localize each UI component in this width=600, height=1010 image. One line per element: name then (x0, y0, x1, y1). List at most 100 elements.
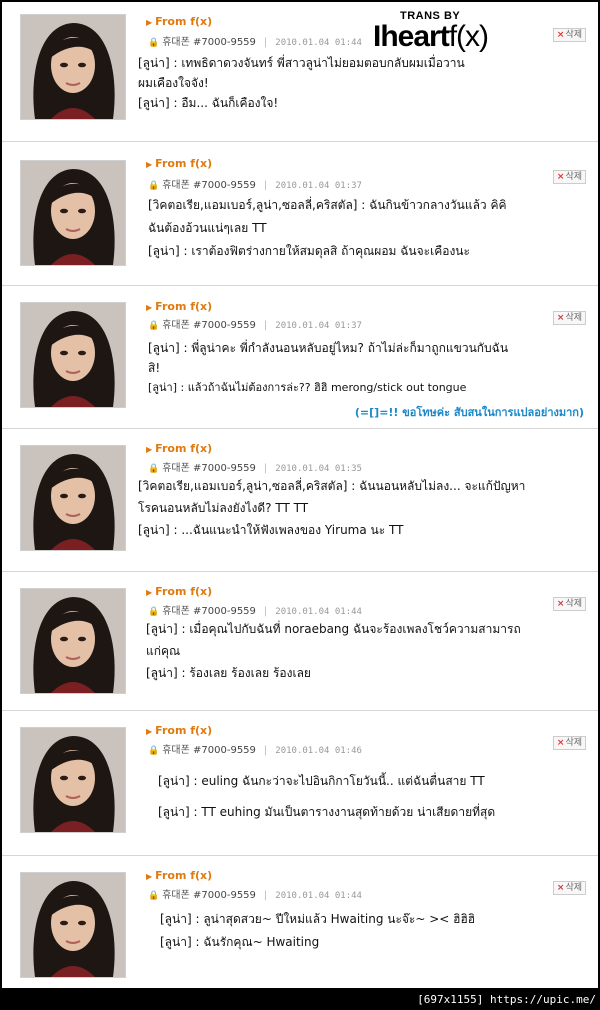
message-post: ▶ From f(x) 🔒 휴대폰 #7000-9559 | 2010.01.04 01… (2, 141, 598, 283)
delete-button[interactable]: ×삭제 (552, 28, 586, 42)
message-post: ▶ From f(x) 🔒 휴대폰 #7000-9559 | 2010.01.04 01… (2, 855, 598, 988)
delete-button[interactable]: ×삭제 (552, 170, 586, 184)
delete-button[interactable]: ×삭제 (552, 311, 586, 325)
arrow-icon: ▶ (146, 445, 153, 454)
delete-label: 삭제 (565, 599, 582, 609)
from-label: ▶ From f(x) (146, 300, 212, 313)
avatar-portrait (21, 161, 125, 265)
message-body: [ลูน่า] : พี่ลูน่าคะ พี่กำลังนอนหลับอยู่… (148, 338, 588, 398)
meta-row: 🔒 휴대폰 #7000-9559 | 2010.01.04 01:44 (148, 886, 362, 901)
delete-label: 삭제 (565, 313, 582, 323)
close-icon: × (556, 30, 565, 40)
delete-button[interactable]: ×삭제 (552, 736, 586, 750)
close-icon: × (556, 883, 565, 893)
separator: | (263, 890, 268, 901)
avatar (20, 727, 126, 833)
message-line: ฉันต้องอ้วนแน่ๆเลย TT (148, 221, 267, 235)
avatar-portrait (21, 15, 125, 119)
message-line: [ลูน่า] : euling ฉันกะว่าจะไปอินกิกาโยวั… (158, 774, 485, 788)
separator: | (263, 180, 268, 191)
avatar-portrait (21, 589, 125, 693)
meta-row: 🔒 휴대폰 #7000-9559 | 2010.01.04 01:44 (148, 33, 362, 48)
message-line: [ลูน่า] : TT euhing มันเป็นตารางงานสุดท้… (158, 805, 496, 819)
meta-row: 🔒 휴대폰 #7000-9559 | 2010.01.04 01:35 (148, 459, 362, 474)
from-text: From f(x) (155, 15, 213, 28)
lock-icon: 🔒 (148, 464, 160, 474)
from-label: ▶ From f(x) (146, 724, 212, 737)
arrow-icon: ▶ (146, 160, 153, 169)
delete-button[interactable]: ×삭제 (552, 597, 586, 611)
separator: | (263, 320, 268, 331)
message-post: ▶ From f(x) 🔒 휴대폰 #7000-9559 | 2010.01.04 01… (2, 428, 598, 569)
message-line: [ลูน่า] : อืม... ฉันก็เคืองใจ! (138, 96, 279, 110)
phone-number: #7000-9559 (193, 320, 256, 331)
delete-label: 삭제 (565, 172, 582, 182)
phone-number: #7000-9559 (193, 745, 256, 756)
lock-icon: 🔒 (148, 38, 160, 48)
avatar-portrait (21, 873, 125, 977)
separator: | (263, 463, 268, 474)
message-line: แก่คุณ (146, 644, 181, 658)
delete-button[interactable]: ×삭제 (552, 881, 586, 895)
timestamp: 2010.01.04 01:44 (275, 607, 362, 617)
message-body: [ลูน่า] : เทพธิดาดวงจันทร์ พี่สาวลูน่าไม… (138, 53, 590, 113)
avatar (20, 588, 126, 694)
separator: | (263, 606, 268, 617)
message-line: [วิคตอเรีย,แอมเบอร์,ลูน่า,ซอลลี่,คริสตัล… (148, 198, 507, 212)
separator: | (263, 745, 268, 756)
image-size-footer: [697x1155] https://upic.me/ (417, 993, 596, 1006)
avatar (20, 445, 126, 551)
from-text: From f(x) (155, 300, 213, 313)
phone-number: #7000-9559 (193, 606, 256, 617)
message-body: [วิคตอเรีย,แอมเบอร์,ลูน่า,ซอลลี่,คริสตัล… (148, 194, 588, 263)
timestamp: 2010.01.04 01:44 (275, 891, 362, 901)
lock-icon: 🔒 (148, 321, 160, 331)
sender: 휴대폰 (162, 890, 190, 901)
timestamp: 2010.01.04 01:37 (275, 321, 362, 331)
message-body: [ลูน่า] : euling ฉันกะว่าจะไปอินกิกาโยวั… (158, 766, 588, 828)
close-icon: × (556, 313, 565, 323)
avatar-portrait (21, 728, 125, 832)
from-text: From f(x) (155, 724, 213, 737)
close-icon: × (556, 599, 565, 609)
from-label: ▶ From f(x) (146, 442, 212, 455)
message-line: [ลูน่า] : ...ฉันแนะนำให้ฟังเพลงของ Yirum… (138, 523, 404, 537)
lock-icon: 🔒 (148, 891, 160, 901)
message-line: [ลูน่า] : เราต้องฟิตร่างกายให้สมดุลสิ ถ้… (148, 244, 470, 258)
arrow-icon: ▶ (146, 727, 153, 736)
timestamp: 2010.01.04 01:35 (275, 464, 362, 474)
close-icon: × (556, 172, 565, 182)
phone-number: #7000-9559 (193, 890, 256, 901)
lock-icon: 🔒 (148, 746, 160, 756)
from-label: ▶ From f(x) (146, 157, 212, 170)
from-label: ▶ From f(x) (146, 15, 212, 28)
message-post: ▶ From f(x) 🔒 휴대폰 #7000-9559 | 2010.01.04 01… (2, 285, 598, 426)
message-board: TRANS BY Iheartf(x) ▶ From f(x) 🔒 휴대폰 #700… (2, 2, 598, 988)
phone-number: #7000-9559 (193, 180, 256, 191)
from-text: From f(x) (155, 442, 213, 455)
sender: 휴대폰 (162, 463, 190, 474)
message-line: [ลูน่า] : แล้วถ้าฉันไม่ต้องการล่ะ?? ฮิฮิ… (148, 381, 467, 394)
phone-number: #7000-9559 (193, 463, 256, 474)
avatar (20, 872, 126, 978)
message-line: ผมเคืองใจจัง! (138, 76, 209, 90)
separator: | (263, 37, 268, 48)
from-text: From f(x) (155, 157, 213, 170)
message-line: [ลูน่า] : ลูน่าสุดสวย~ ปีใหม่แล้ว Hwaiti… (160, 912, 476, 926)
from-label: ▶ From f(x) (146, 869, 212, 882)
message-body: [ลูน่า] : เมื่อคุณไปกับฉันที่ noraebang … (146, 618, 590, 684)
arrow-icon: ▶ (146, 588, 153, 597)
avatar (20, 302, 126, 408)
sender: 휴대폰 (162, 745, 190, 756)
timestamp: 2010.01.04 01:44 (275, 38, 362, 48)
sender: 휴대폰 (162, 606, 190, 617)
close-icon: × (556, 738, 565, 748)
meta-row: 🔒 휴대폰 #7000-9559 | 2010.01.04 01:37 (148, 316, 362, 331)
message-body: [วิคตอเรีย,แอมเบอร์,ลูน่า,ซอลลี่,คริสตัล… (138, 475, 594, 541)
avatar-portrait (21, 446, 125, 550)
arrow-icon: ▶ (146, 872, 153, 881)
delete-label: 삭제 (565, 738, 582, 748)
delete-label: 삭제 (565, 883, 582, 893)
sender: 휴대폰 (162, 320, 190, 331)
from-text: From f(x) (155, 585, 213, 598)
